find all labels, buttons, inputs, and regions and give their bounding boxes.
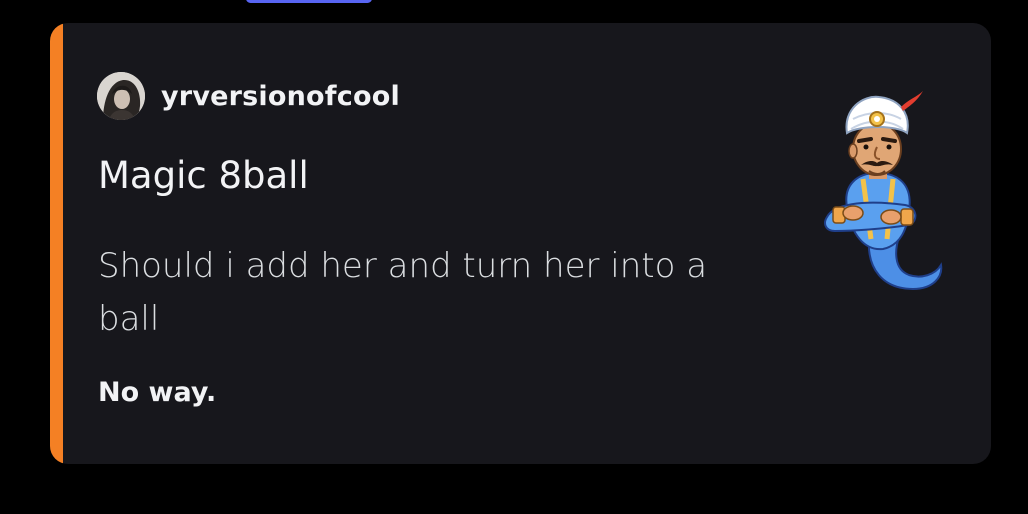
magic-8ball-embed: yrversionofcool Magic 8ball Should i add…	[50, 23, 991, 464]
user-avatar-icon	[97, 72, 145, 120]
magic-8ball-answer: No way.	[98, 377, 217, 408]
avatar[interactable]	[97, 72, 145, 120]
genie-icon	[824, 91, 943, 291]
author-name[interactable]: yrversionofcool	[161, 81, 400, 112]
embed-accent-bar	[50, 23, 63, 464]
channel-tab-indicator	[246, 0, 372, 3]
embed-author[interactable]: yrversionofcool	[97, 72, 400, 120]
embed-title: Magic 8ball	[98, 154, 309, 197]
embed-thumbnail[interactable]	[813, 89, 947, 303]
embed-description: Should i add her and turn her into a bal…	[98, 246, 708, 339]
